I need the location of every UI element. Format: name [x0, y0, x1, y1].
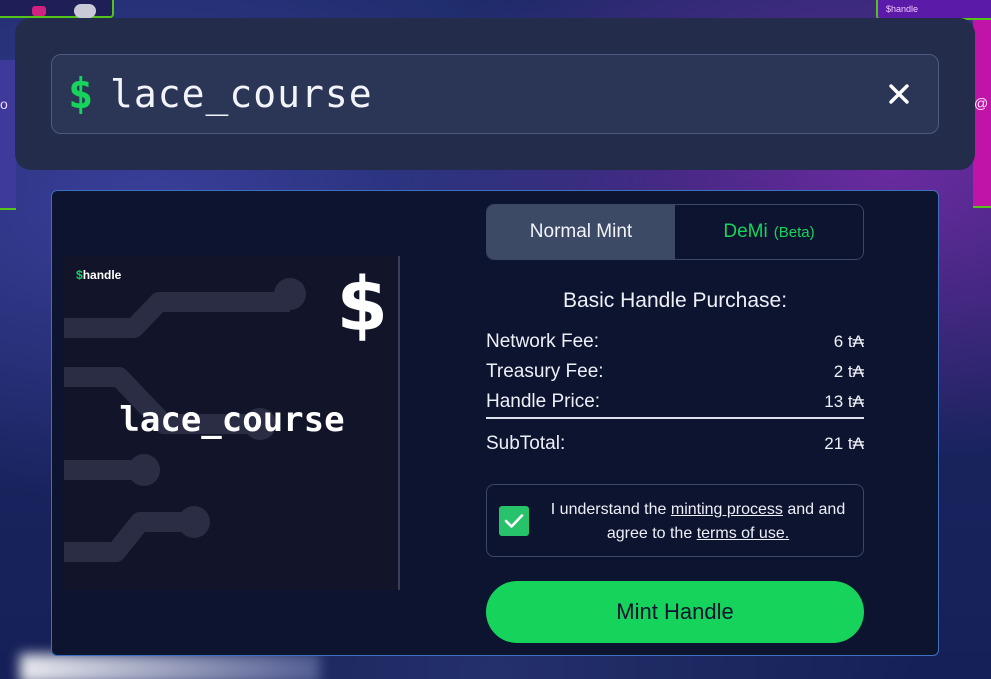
- tab-demi[interactable]: DeMi (Beta): [675, 205, 863, 259]
- fee-row-handle-price: Handle Price: 13 t₳: [486, 387, 864, 417]
- beta-tag: (Beta): [773, 223, 815, 241]
- search-panel: $ lace_course: [15, 18, 975, 170]
- tab-normal-mint[interactable]: Normal Mint: [487, 205, 675, 259]
- minting-process-link[interactable]: minting process: [671, 501, 783, 518]
- subtotal-divider: [486, 417, 864, 419]
- handle-preview-card: $handle $ lace_course: [64, 256, 400, 590]
- close-icon: [889, 84, 909, 104]
- fee-value: 6 t₳: [833, 332, 864, 351]
- fee-row-subtotal: SubTotal: 21 t₳: [486, 429, 864, 459]
- agree-checkbox[interactable]: [499, 506, 529, 536]
- brand-dollar: $: [76, 268, 83, 282]
- terms-agreement: I understand the minting process and and…: [486, 484, 864, 557]
- agreement-text: I understand the minting process and and…: [541, 498, 855, 546]
- background-card-edge: o: [0, 60, 16, 210]
- background-handle-card: $handle: [876, 0, 991, 20]
- background-edge-glyph: @: [974, 95, 989, 111]
- fee-row-treasury: Treasury Fee: 2 t₳: [486, 357, 864, 387]
- background-edge-glyph: o: [0, 96, 8, 112]
- tab-label: DeMi: [723, 221, 768, 242]
- handle-search-input[interactable]: $ lace_course: [51, 54, 939, 134]
- background-card-edge: @: [973, 20, 991, 208]
- background-badge: [32, 6, 46, 16]
- clear-search-button[interactable]: [884, 79, 914, 109]
- handle-brand-logo: $handle: [76, 268, 121, 282]
- dollar-icon: $: [68, 69, 94, 118]
- terms-of-use-link[interactable]: terms of use.: [697, 525, 789, 542]
- background-handle-card: [0, 0, 114, 18]
- fee-breakdown: Network Fee: 6 t₳ Treasury Fee: 2 t₳ Han…: [486, 327, 864, 459]
- fee-label: Treasury Fee:: [486, 361, 604, 382]
- search-value[interactable]: lace_course: [110, 72, 373, 116]
- tab-label: Normal Mint: [529, 221, 633, 242]
- fee-label: Network Fee:: [486, 331, 599, 352]
- fee-value: 2 t₳: [833, 362, 864, 381]
- fee-label: Handle Price:: [486, 391, 601, 412]
- mint-handle-button[interactable]: Mint Handle: [486, 581, 864, 643]
- checkmark-icon: [504, 514, 524, 528]
- subtotal-value: 21 t₳: [824, 434, 864, 453]
- card-handle-name: lace_course: [119, 400, 345, 440]
- background-card-label: $handle: [886, 4, 919, 14]
- subtotal-label: SubTotal:: [486, 433, 566, 454]
- card-divider: [398, 256, 400, 590]
- brand-name: handle: [82, 268, 122, 282]
- agreement-text-part: I understand the: [550, 501, 667, 518]
- mint-type-tabs: Normal Mint DeMi (Beta): [486, 204, 864, 260]
- background-glow: [20, 654, 320, 679]
- fee-row-network: Network Fee: 6 t₳: [486, 327, 864, 357]
- mint-panel: $handle $ lace_course Normal Mint DeMi (…: [51, 190, 939, 656]
- card-dollar-symbol: $: [336, 262, 389, 348]
- purchase-title: Basic Handle Purchase:: [562, 289, 788, 312]
- cloud-icon: [74, 4, 96, 18]
- fee-value: 13 t₳: [824, 392, 864, 411]
